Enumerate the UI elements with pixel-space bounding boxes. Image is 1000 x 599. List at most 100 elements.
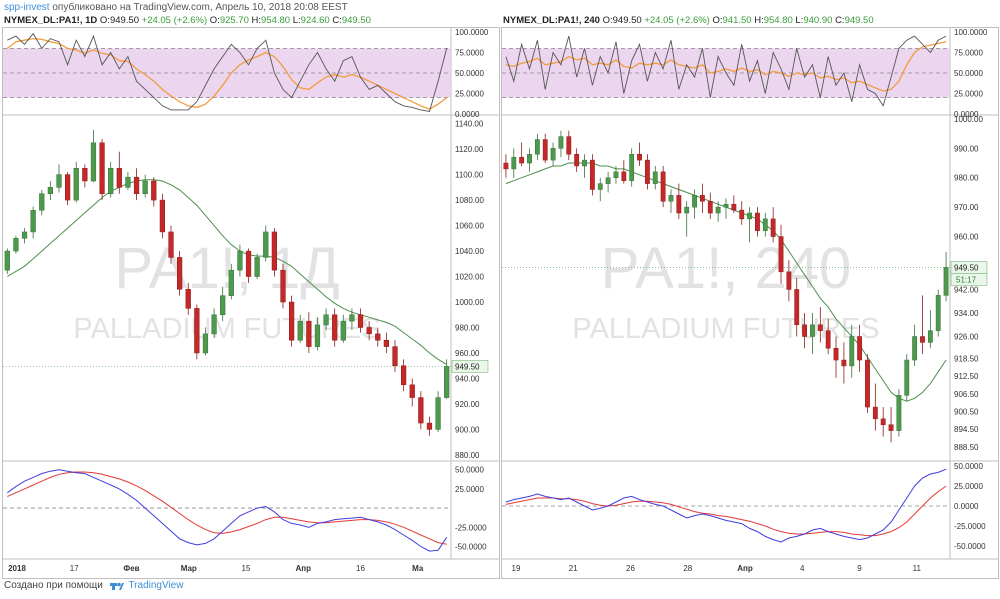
publish-text: опубликовано на TradingView.com, Апрель … bbox=[52, 2, 348, 13]
candle-body bbox=[176, 257, 183, 290]
candle-body bbox=[280, 269, 286, 303]
footer-tradingview-link[interactable]: TradingView bbox=[128, 580, 183, 591]
author-link[interactable]: spp-invest bbox=[4, 2, 50, 13]
price-tick-label: 1020.00 bbox=[455, 273, 484, 282]
candle-body bbox=[332, 314, 338, 341]
price-tick-label: 900.00 bbox=[455, 425, 480, 434]
left-o-value: 949.50 bbox=[109, 15, 139, 26]
candle-body bbox=[802, 324, 808, 337]
candle-body bbox=[849, 336, 855, 367]
macd-tick-label: 0.0000 bbox=[954, 502, 979, 511]
right-o2-label: O: bbox=[712, 15, 723, 26]
candle-body bbox=[542, 139, 548, 161]
candle-body bbox=[534, 139, 540, 155]
candle-body bbox=[747, 212, 752, 220]
candle-body bbox=[435, 397, 441, 430]
candle-body bbox=[349, 314, 355, 322]
candle-body bbox=[904, 359, 910, 396]
candle-body bbox=[211, 314, 217, 335]
candle-body bbox=[637, 153, 642, 161]
price-tick-label: 1120.00 bbox=[455, 145, 484, 154]
price-tick-label: 906.50 bbox=[954, 390, 979, 399]
stochastic-tick-label: 25.0000 bbox=[954, 90, 983, 99]
price-tick-label: 1040.00 bbox=[455, 247, 484, 256]
candle-body bbox=[589, 159, 595, 190]
x-tick-label: 4 bbox=[800, 564, 805, 573]
candle-body bbox=[168, 231, 174, 258]
right-chart-panel[interactable]: 0.0000 25.0000 50.0000 75.0000 100.0000 888.5… bbox=[501, 27, 999, 579]
left-panel-title: NYMEX_DL:PA1!, 1D O:949.50 +24.05 (+2.6%… bbox=[4, 15, 371, 26]
price-tick-label: 1100.00 bbox=[455, 171, 484, 180]
price-tick-label: 1080.00 bbox=[455, 196, 484, 205]
macd-tick-label: -50.0000 bbox=[954, 542, 986, 551]
candle-body bbox=[56, 174, 62, 188]
right-symbol[interactable]: NYMEX_DL:PA1!, 240 bbox=[503, 15, 600, 26]
macd-tick-label: 50.0000 bbox=[954, 462, 983, 471]
candle-body bbox=[692, 195, 697, 208]
candle-body bbox=[927, 330, 933, 343]
candle-body bbox=[400, 365, 407, 386]
candle-body bbox=[125, 176, 131, 188]
stochastic-tick-label: 100.0000 bbox=[954, 28, 988, 37]
left-symbol[interactable]: NYMEX_DL:PA1!, 1D bbox=[4, 15, 97, 26]
candle-body bbox=[133, 176, 140, 194]
x-tick-label: 17 bbox=[70, 564, 79, 573]
candle-body bbox=[896, 395, 902, 431]
candle-body bbox=[159, 199, 166, 233]
candle-body bbox=[605, 177, 611, 184]
left-change: +24.05 (+2.6%) bbox=[141, 15, 208, 26]
left-chart-svg[interactable]: 0.0000 25.0000 50.0000 75.0000 100.0000 880.0… bbox=[3, 28, 499, 578]
price-tick-label: 934.00 bbox=[954, 309, 979, 318]
candle-body bbox=[366, 327, 372, 335]
candle-body bbox=[723, 203, 729, 208]
candle-body bbox=[825, 330, 831, 349]
candle-body bbox=[30, 210, 36, 233]
right-o-label: O: bbox=[602, 15, 613, 26]
candle-body bbox=[194, 308, 200, 354]
right-l-value: 940.90 bbox=[803, 15, 833, 26]
candle-body bbox=[660, 171, 666, 202]
candle-body bbox=[151, 180, 157, 201]
macd-tick-label: 50.0000 bbox=[455, 466, 484, 475]
candle-body bbox=[202, 333, 209, 354]
right-c-label: C: bbox=[835, 15, 845, 26]
candle-body bbox=[912, 336, 918, 361]
price-tick-label: 1140.00 bbox=[455, 120, 484, 129]
candle-body bbox=[558, 136, 564, 149]
footer-created: Создано при помощи bbox=[4, 580, 103, 591]
candle-body bbox=[943, 267, 949, 296]
candle-body bbox=[739, 209, 745, 220]
candle-body bbox=[228, 269, 234, 296]
right-o2-value: 941.50 bbox=[722, 15, 752, 26]
x-tick-label: Ма bbox=[412, 564, 424, 573]
x-tick-label: 15 bbox=[242, 564, 251, 573]
candle-body bbox=[392, 346, 398, 366]
candle-body bbox=[245, 250, 252, 277]
macd-tick-label: 25.0000 bbox=[455, 485, 484, 494]
candle-body bbox=[4, 250, 10, 271]
candle-body bbox=[314, 324, 321, 347]
left-chart-panel[interactable]: 0.0000 25.0000 50.0000 75.0000 100.0000 880.0… bbox=[2, 27, 500, 579]
right-change: +24.05 (+2.6%) bbox=[644, 15, 710, 26]
candle-body bbox=[237, 250, 243, 271]
macd-tick-label: -25.0000 bbox=[455, 523, 487, 532]
left-h-value: 954.80 bbox=[261, 15, 291, 26]
x-tick-label: Фев bbox=[123, 564, 139, 573]
right-chart-svg[interactable]: 0.0000 25.0000 50.0000 75.0000 100.0000 888.5… bbox=[502, 28, 998, 578]
x-tick-label: 26 bbox=[626, 564, 635, 573]
candle-body bbox=[920, 336, 925, 343]
left-l-value: 924.60 bbox=[300, 15, 330, 26]
candle-body bbox=[778, 236, 784, 273]
price-tick-label: 912.50 bbox=[954, 372, 979, 381]
price-tick-label: 990.00 bbox=[954, 144, 979, 153]
x-tick-label: 11 bbox=[913, 564, 922, 573]
candle-body bbox=[13, 238, 19, 252]
candle-body bbox=[444, 366, 450, 398]
macd-tick-label: -50.0000 bbox=[455, 542, 487, 551]
candle-body bbox=[323, 314, 329, 326]
candle-body bbox=[700, 195, 705, 202]
last-price-label: 949.50 bbox=[455, 362, 480, 371]
candle-body bbox=[810, 324, 815, 337]
candle-body bbox=[297, 320, 303, 341]
candle-body bbox=[865, 359, 870, 408]
